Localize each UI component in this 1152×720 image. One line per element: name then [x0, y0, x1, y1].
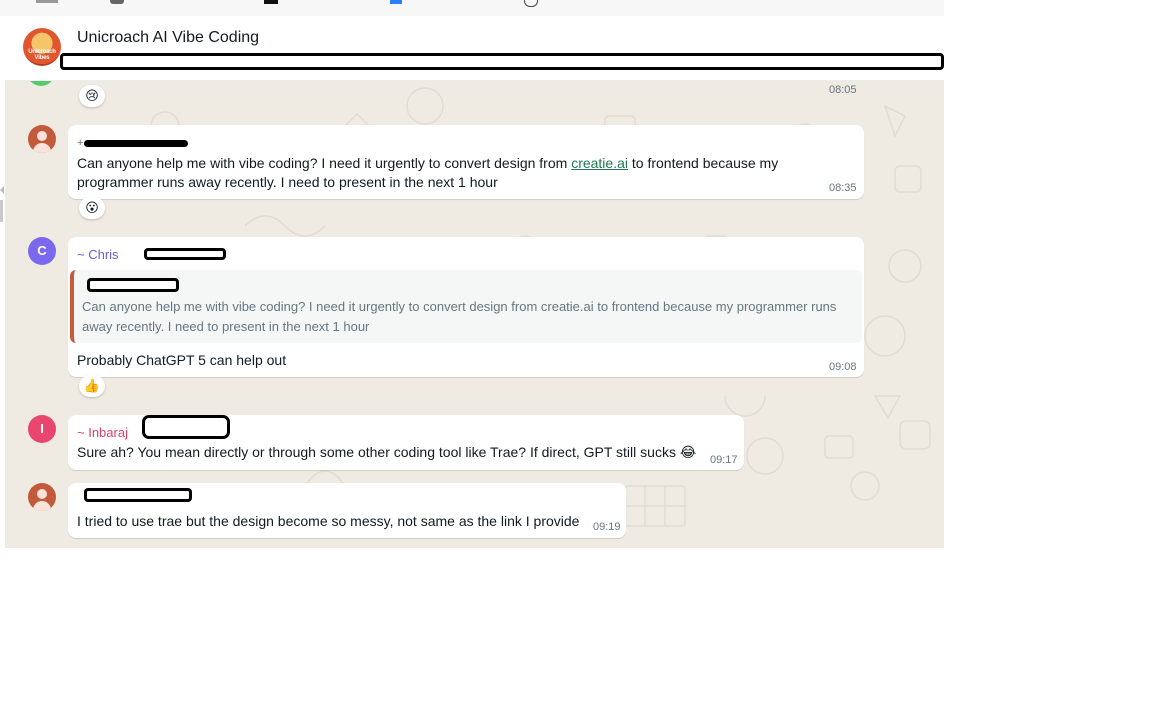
message-bubble[interactable]: ~ Chris Can anyone help me with vibe cod…: [68, 237, 864, 377]
reaction-badge[interactable]: 😮: [79, 197, 105, 219]
avatar[interactable]: I: [28, 415, 56, 443]
redaction-mark: [60, 53, 944, 70]
redaction-mark: [142, 415, 230, 439]
message-text: Can anyone help me with vibe coding? I n…: [77, 154, 807, 192]
message-text: Sure ah? You mean directly or through so…: [77, 444, 697, 460]
avatar[interactable]: [28, 483, 56, 511]
sender-name[interactable]: ~ Inbaraj: [77, 425, 128, 440]
redaction-mark: [84, 488, 192, 502]
message-time: 08:05: [829, 84, 857, 96]
avatar[interactable]: [28, 125, 56, 153]
message-link[interactable]: creatie.ai: [571, 155, 628, 171]
message-time: 09:17: [710, 454, 738, 466]
person-silhouette-icon: [37, 131, 47, 141]
collapse-arrow-icon[interactable]: [0, 186, 4, 222]
redaction-mark: [84, 140, 188, 147]
sender-name[interactable]: ~ Chris: [77, 247, 119, 262]
chat-panel: Unicroach Vibes Unicroach AI Vibe Coding…: [5, 16, 944, 548]
avatar[interactable]: C: [28, 237, 56, 265]
message-text-part: Can anyone help me with vibe coding? I n…: [77, 155, 572, 171]
person-silhouette-icon: [37, 489, 47, 499]
message-time: 09:08: [829, 361, 857, 373]
quoted-message[interactable]: Can anyone help me with vibe coding? I n…: [70, 270, 862, 343]
redaction-mark: [87, 278, 179, 292]
tab-icon[interactable]: [36, 0, 58, 3]
chat-header[interactable]: Unicroach Vibes Unicroach AI Vibe Coding: [5, 16, 944, 81]
group-avatar-label: Unicroach Vibes: [28, 49, 56, 61]
tab-icon[interactable]: [264, 0, 278, 4]
avatar-letter: I: [40, 421, 44, 436]
group-avatar[interactable]: Unicroach Vibes: [23, 28, 61, 66]
message-text: I tried to use trae but the design becom…: [77, 513, 580, 529]
message-bubble[interactable]: I tried to use trae but the design becom…: [68, 483, 626, 538]
tab-icon[interactable]: [390, 0, 402, 4]
message-time: 09:19: [593, 521, 621, 533]
message-text: Probably ChatGPT 5 can help out: [77, 352, 287, 368]
message-bubble[interactable]: + Can anyone help me with vibe coding? I…: [68, 125, 864, 199]
avatar-letter: C: [37, 243, 47, 258]
browser-toolbar-remnant: [0, 0, 944, 17]
group-title[interactable]: Unicroach AI Vibe Coding: [77, 29, 259, 47]
reaction-badge[interactable]: 👍: [79, 375, 105, 397]
tab-icon[interactable]: [524, 0, 538, 7]
tab-icon[interactable]: [110, 0, 124, 4]
message-bubble[interactable]: ~ Inbaraj Sure ah? You mean directly or …: [68, 415, 744, 470]
reaction-badge[interactable]: 😢: [79, 85, 105, 107]
message-time: 08:35: [829, 182, 857, 194]
sender-phone: +: [77, 137, 84, 149]
quoted-text: Can anyone help me with vibe coding? I n…: [82, 299, 837, 334]
redaction-mark: [144, 248, 226, 260]
